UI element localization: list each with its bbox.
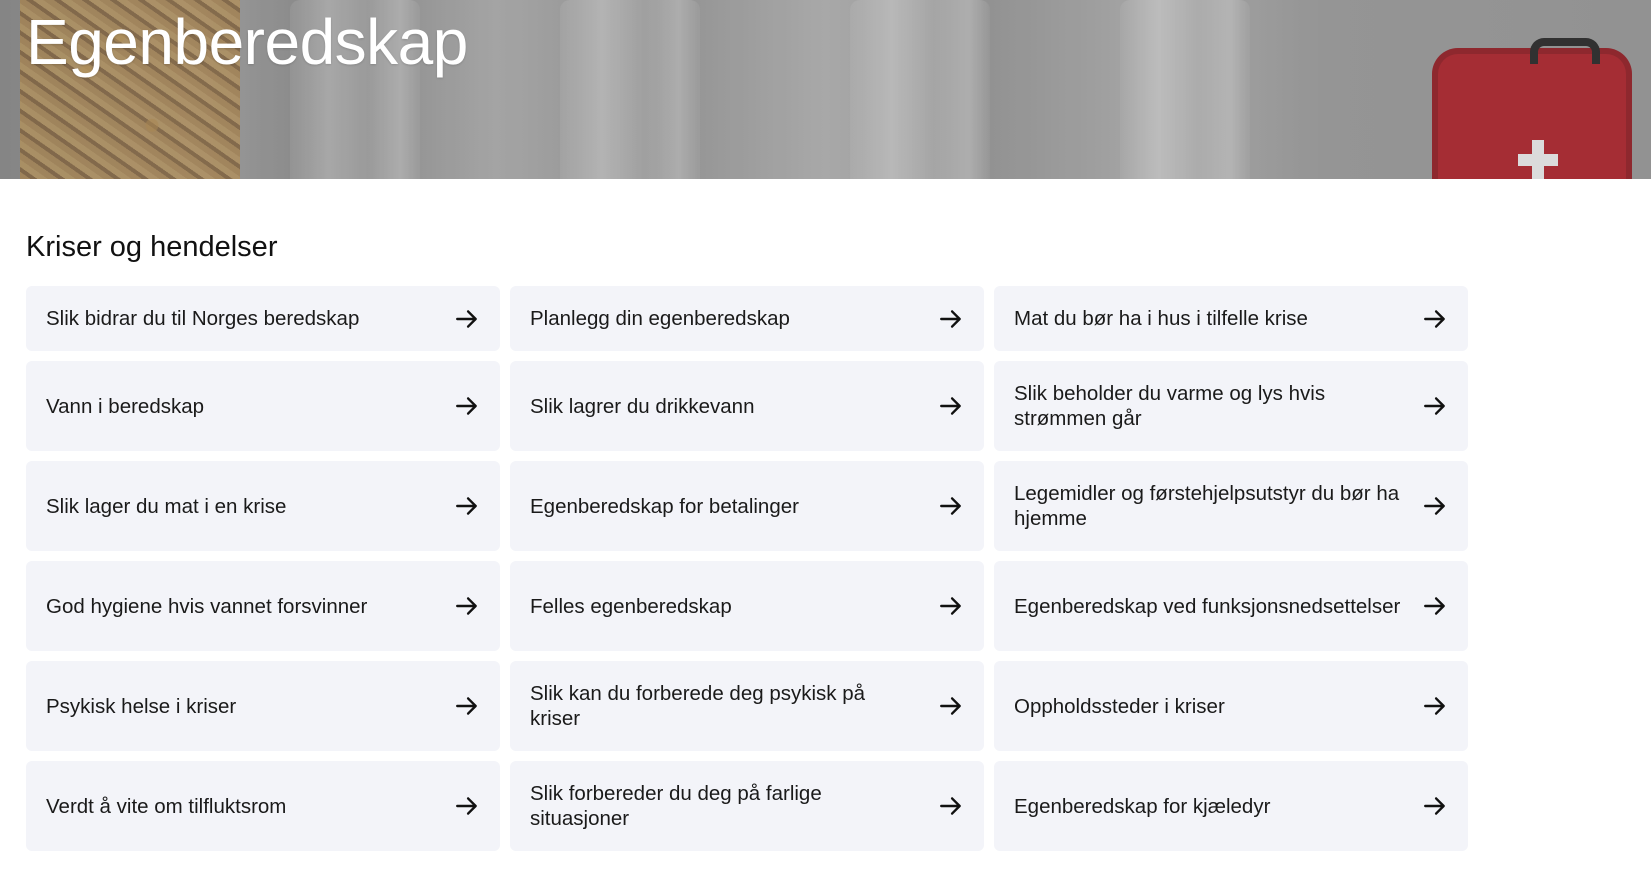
arrow-right-icon: [454, 593, 480, 619]
link-card-label: Slik kan du forberede deg psykisk på kri…: [530, 682, 866, 730]
arrow-right-icon: [938, 793, 964, 819]
link-card-label: Oppholdssteder i kriser: [1014, 694, 1225, 718]
link-card[interactable]: Egenberedskap ved funksjonsnedsettelser: [994, 561, 1468, 651]
link-card[interactable]: Vann i beredskap: [26, 361, 500, 451]
link-card-label: Planlegg din egenberedskap: [530, 307, 790, 330]
link-card[interactable]: Legemidler og førstehjelpsutstyr du bør …: [994, 461, 1468, 551]
arrow-right-icon: [1422, 306, 1448, 332]
arrow-right-icon: [938, 493, 964, 519]
arrow-right-icon: [1422, 393, 1448, 419]
link-card[interactable]: Slik bidrar du til Norges beredskap: [26, 286, 500, 351]
link-card[interactable]: Oppholdssteder i kriser: [994, 661, 1468, 751]
link-card[interactable]: Slik forbereder du deg på farlige situas…: [510, 761, 984, 851]
arrow-right-icon: [938, 593, 964, 619]
arrow-right-icon: [454, 306, 480, 332]
arrow-right-icon: [454, 793, 480, 819]
arrow-right-icon: [938, 693, 964, 719]
arrow-right-icon: [454, 493, 480, 519]
section-title: Kriser og hendelser: [26, 231, 278, 263]
crises-section: Kriser og hendelser Slik bidrar du til N…: [26, 226, 1468, 861]
link-card[interactable]: Verdt å vite om tilfluktsrom: [26, 761, 500, 851]
link-card-label: Slik bidrar du til Norges beredskap: [46, 307, 360, 330]
link-card-label: Verdt å vite om tilfluktsrom: [46, 794, 287, 818]
hero-banner: Egenberedskap: [0, 0, 1651, 179]
arrow-right-icon: [938, 306, 964, 332]
link-card[interactable]: Slik kan du forberede deg psykisk på kri…: [510, 661, 984, 751]
link-card-label: Felles egenberedskap: [530, 594, 732, 618]
page-title: Egenberedskap: [26, 6, 468, 78]
arrow-right-icon: [1422, 493, 1448, 519]
link-card-label: Slik lagrer du drikkevann: [530, 394, 755, 418]
link-card-label: Psykisk helse i kriser: [46, 694, 237, 718]
arrow-right-icon: [454, 693, 480, 719]
link-card-label: Legemidler og førstehjelpsutstyr du bør …: [1014, 482, 1400, 530]
link-card[interactable]: Slik lager du mat i en krise: [26, 461, 500, 551]
arrow-right-icon: [454, 393, 480, 419]
link-card[interactable]: Psykisk helse i kriser: [26, 661, 500, 751]
link-card-label: Slik forbereder du deg på farlige situas…: [530, 782, 822, 830]
link-card[interactable]: Egenberedskap for kjæledyr: [994, 761, 1468, 851]
link-card[interactable]: Planlegg din egenberedskap: [510, 286, 984, 351]
arrow-right-icon: [938, 393, 964, 419]
link-card-label: Egenberedskap for kjæledyr: [1014, 794, 1271, 818]
link-card-label: Slik lager du mat i en krise: [46, 494, 287, 518]
link-card-label: Egenberedskap ved funksjonsnedsettelser: [1014, 594, 1401, 618]
link-card-label: Egenberedskap for betalinger: [530, 494, 799, 518]
link-card-label: God hygiene hvis vannet forsvinner: [46, 594, 368, 618]
link-card[interactable]: Egenberedskap for betalinger: [510, 461, 984, 551]
link-grid: Slik bidrar du til Norges beredskap Plan…: [26, 286, 1468, 861]
arrow-right-icon: [1422, 593, 1448, 619]
arrow-right-icon: [1422, 693, 1448, 719]
arrow-right-icon: [1422, 793, 1448, 819]
link-card-label: Vann i beredskap: [46, 394, 205, 418]
link-card[interactable]: Slik beholder du varme og lys hvis strøm…: [994, 361, 1468, 451]
link-card-label: Mat du bør ha i hus i tilfelle krise: [1014, 307, 1308, 330]
link-card[interactable]: Mat du bør ha i hus i tilfelle krise: [994, 286, 1468, 351]
link-card[interactable]: Felles egenberedskap: [510, 561, 984, 651]
link-card[interactable]: Slik lagrer du drikkevann: [510, 361, 984, 451]
link-card[interactable]: God hygiene hvis vannet forsvinner: [26, 561, 500, 651]
link-card-label: Slik beholder du varme og lys hvis strøm…: [1014, 382, 1326, 430]
